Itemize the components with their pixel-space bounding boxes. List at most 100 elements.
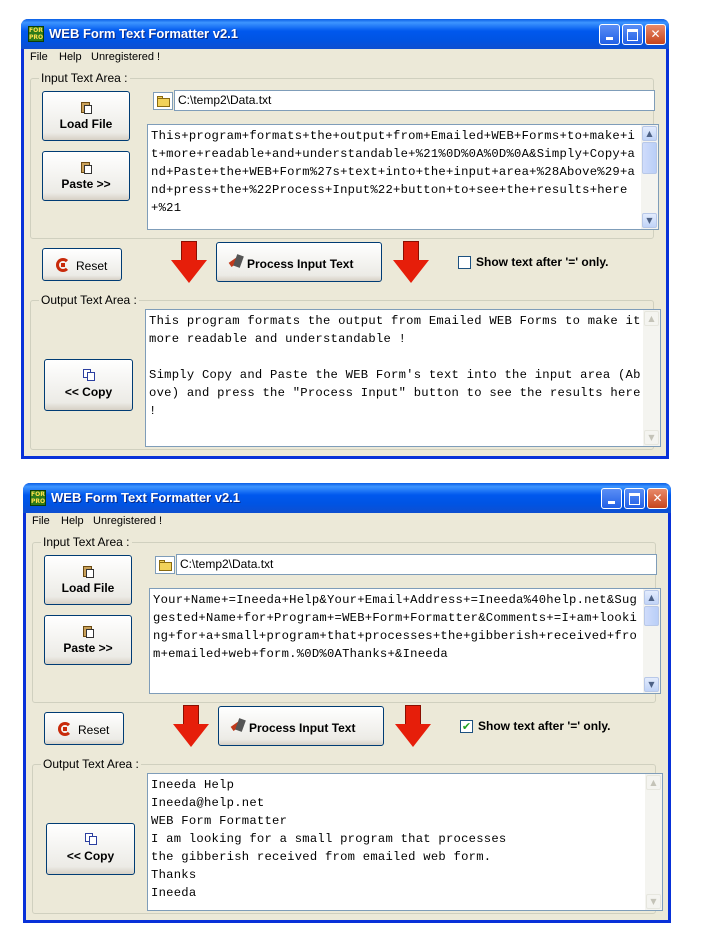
output-text-area-group: Output Text Area : << Copy Ineeda Help I… [32,757,663,914]
output-group-title: Output Text Area : [41,757,141,771]
paste-label: Paste >> [63,641,113,655]
show-after-equals-checkbox[interactable]: ✔ [460,720,473,733]
output-scrollbar: ▲ ▼ [643,310,660,446]
copy-label: << Copy [64,385,113,399]
close-icon: ✕ [652,491,663,505]
copy-icon [84,832,98,846]
reset-label: Reset [78,723,110,737]
copy-label: << Copy [66,849,115,863]
input-scrollbar[interactable]: ▲ ▼ [641,125,658,229]
menu-file[interactable]: File [30,51,48,63]
menu-file[interactable]: File [32,515,50,527]
menu-help[interactable]: Help [59,51,82,63]
minimize-icon [608,501,615,504]
app-icon: FORM PRO [30,490,46,506]
process-input-button[interactable]: Process Input Text [218,706,384,746]
scroll-thumb[interactable] [644,606,659,626]
open-folder-icon[interactable] [155,556,175,574]
close-button[interactable]: ✕ [645,24,666,45]
minimize-icon [606,37,613,40]
output-text: Ineeda Help Ineeda@help.net WEB Form For… [151,778,507,900]
paste-label: Paste >> [61,177,111,191]
paste-button[interactable]: Paste >> [42,151,130,201]
load-file-label: Load File [61,581,115,595]
maximize-button[interactable] [624,488,645,509]
input-text: This+program+formats+the+output+from+Ema… [151,129,636,215]
input-text: Your+Name+=Ineeda+Help&Your+Email+Addres… [153,593,638,661]
reset-icon [58,722,72,736]
process-label: Process Input Text [249,721,356,735]
scroll-up-icon[interactable]: ▲ [642,126,657,141]
close-icon: ✕ [650,27,661,41]
paste-button[interactable]: Paste >> [44,615,132,665]
scroll-up-icon: ▲ [644,311,659,326]
show-after-equals-label[interactable]: Show text after '=' only. [476,255,609,269]
maximize-icon [629,493,640,505]
process-icon [228,253,245,269]
down-arrow-icon [171,241,207,283]
maximize-icon [627,29,638,41]
show-after-equals-label[interactable]: Show text after '=' only. [478,719,611,733]
menu-unregistered[interactable]: Unregistered ! [93,515,162,527]
paste-icon [81,624,95,638]
window-title: WEB Form Text Formatter v2.1 [49,26,239,41]
scroll-down-icon: ▼ [646,894,661,909]
output-group-title: Output Text Area : [39,293,139,307]
output-scrollbar: ▲ ▼ [645,774,662,910]
clipboard-icon [79,100,93,114]
reset-label: Reset [76,259,108,273]
down-arrow-icon [173,705,209,747]
scroll-thumb[interactable] [642,142,657,174]
paste-icon [79,160,93,174]
menu-help[interactable]: Help [61,515,84,527]
menu-unregistered[interactable]: Unregistered ! [91,51,160,63]
copy-icon [82,368,96,382]
down-arrow-icon [393,241,429,283]
output-textarea[interactable]: Ineeda Help Ineeda@help.net WEB Form For… [147,773,663,911]
show-after-equals-checkbox[interactable] [458,256,471,269]
input-group-title: Input Text Area : [41,535,132,549]
app-window-1: FORM PRO WEB Form Text Formatter v2.1 ✕ … [21,19,669,459]
menu-bar: File Help Unregistered ! [24,49,666,67]
input-text-area-group: Input Text Area : Load File Paste >> C:\… [30,71,659,239]
process-input-button[interactable]: Process Input Text [216,242,382,282]
output-text: This program formats the output from Ema… [149,314,641,418]
file-path-field[interactable]: C:\temp2\Data.txt [174,90,655,111]
down-arrow-icon [395,705,431,747]
title-bar[interactable]: FORM PRO WEB Form Text Formatter v2.1 ✕ [21,19,669,49]
reset-button[interactable]: Reset [44,712,124,745]
process-label: Process Input Text [247,257,354,271]
output-text-area-group: Output Text Area : << Copy This program … [30,293,661,450]
close-button[interactable]: ✕ [647,488,668,509]
scroll-up-icon: ▲ [646,775,661,790]
app-window-2: FORM PRO WEB Form Text Formatter v2.1 ✕ … [23,483,671,923]
copy-button[interactable]: << Copy [46,823,135,875]
scroll-up-icon[interactable]: ▲ [644,590,659,605]
clipboard-icon [81,564,95,578]
title-bar[interactable]: FORM PRO WEB Form Text Formatter v2.1 ✕ [23,483,671,513]
input-text-area-group: Input Text Area : Load File Paste >> C:\… [32,535,661,703]
copy-button[interactable]: << Copy [44,359,133,411]
process-icon [230,717,247,733]
scroll-down-icon[interactable]: ▼ [644,677,659,692]
minimize-button[interactable] [599,24,620,45]
window-title: WEB Form Text Formatter v2.1 [51,490,241,505]
scroll-down-icon: ▼ [644,430,659,445]
input-textarea[interactable]: Your+Name+=Ineeda+Help&Your+Email+Addres… [149,588,661,694]
reset-button[interactable]: Reset [42,248,122,281]
output-textarea[interactable]: This program formats the output from Ema… [145,309,661,447]
load-file-button[interactable]: Load File [44,555,132,605]
menu-bar: File Help Unregistered ! [26,513,668,531]
minimize-button[interactable] [601,488,622,509]
open-folder-icon[interactable] [153,92,173,110]
load-file-button[interactable]: Load File [42,91,130,141]
reset-icon [56,258,70,272]
maximize-button[interactable] [622,24,643,45]
scroll-down-icon[interactable]: ▼ [642,213,657,228]
file-path-field[interactable]: C:\temp2\Data.txt [176,554,657,575]
input-textarea[interactable]: This+program+formats+the+output+from+Ema… [147,124,659,230]
input-group-title: Input Text Area : [39,71,130,85]
app-icon: FORM PRO [28,26,44,42]
input-scrollbar[interactable]: ▲ ▼ [643,589,660,693]
load-file-label: Load File [59,117,113,131]
